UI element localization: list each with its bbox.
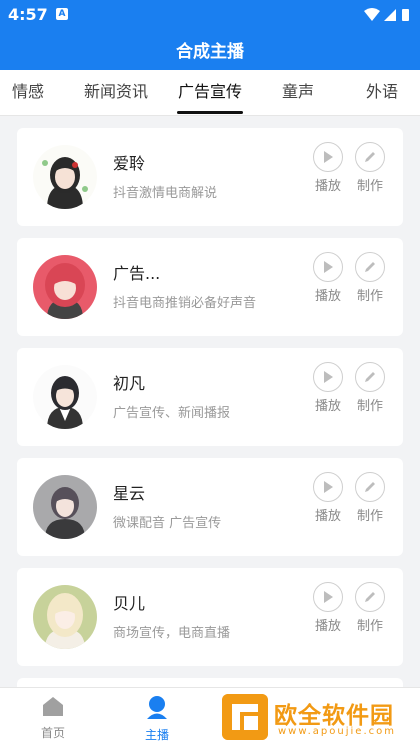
voice-avatar <box>33 365 97 429</box>
nav-home-label: 首页 <box>40 726 65 740</box>
category-tabs: 情感 新闻资讯 广告宣传 童声 外语 <box>0 70 420 116</box>
edit-icon <box>355 582 385 612</box>
voice-card[interactable]: 爱聆 抖音激情电商解说 播放 制作 <box>17 128 403 226</box>
make-button[interactable]: 制作 <box>353 582 387 634</box>
edit-icon <box>355 252 385 282</box>
play-button[interactable]: 播放 <box>311 362 345 414</box>
voice-desc: 抖音激情电商解说 <box>113 186 218 201</box>
play-button[interactable]: 播放 <box>311 472 345 524</box>
anchor-icon <box>147 696 167 719</box>
home-icon <box>43 697 63 716</box>
wifi-icon <box>364 8 380 21</box>
watermark-logo-icon <box>222 694 268 740</box>
voice-desc: 商场宣传，电商直播 <box>113 626 231 641</box>
tab-foreign-language[interactable]: 外语 <box>360 70 404 116</box>
play-button[interactable]: 播放 <box>311 582 345 634</box>
make-button[interactable]: 制作 <box>353 142 387 194</box>
play-icon <box>313 252 343 282</box>
voice-desc: 抖音电商推销必备好声音 <box>113 296 257 311</box>
play-icon <box>313 362 343 392</box>
voice-desc: 广告宣传、新闻播报 <box>113 406 231 421</box>
play-button[interactable]: 播放 <box>311 142 345 194</box>
voice-desc: 微课配音 广告宣传 <box>113 516 222 531</box>
voice-card[interactable]: 贝儿 商场宣传，电商直播 播放 制作 <box>17 568 403 666</box>
voice-name: 贝儿 <box>113 594 146 613</box>
make-button[interactable]: 制作 <box>353 252 387 304</box>
voice-avatar <box>33 585 97 649</box>
status-time: 4:57 <box>8 5 48 24</box>
make-label: 制作 <box>356 179 383 194</box>
app-header: 合成主播 <box>0 30 420 70</box>
voice-avatar <box>33 255 97 319</box>
edit-icon <box>355 142 385 172</box>
watermark-url: www.apoujie.com <box>278 726 396 737</box>
voice-name: 初凡 <box>113 374 146 393</box>
voice-card[interactable]: 星云 微课配音 广告宣传 播放 制作 <box>17 458 403 556</box>
tab-emotion[interactable]: 情感 <box>0 70 56 116</box>
tab-active-indicator <box>177 111 243 114</box>
status-bar: 4:57 A <box>0 0 420 30</box>
edit-icon <box>355 472 385 502</box>
nav-anchor-label: 主播 <box>144 728 169 742</box>
play-label: 播放 <box>314 289 341 304</box>
play-label: 播放 <box>314 179 341 194</box>
make-label: 制作 <box>356 509 383 524</box>
nav-home[interactable]: 首页 <box>18 694 88 741</box>
notification-icon: A <box>56 8 68 20</box>
page-title: 合成主播 <box>176 42 244 62</box>
make-button[interactable]: 制作 <box>353 362 387 414</box>
nav-anchor[interactable]: 主播 <box>122 694 192 743</box>
voice-name: 广告... <box>113 264 161 283</box>
play-icon <box>313 142 343 172</box>
play-label: 播放 <box>314 509 341 524</box>
tab-advertising[interactable]: 广告宣传 <box>175 70 245 116</box>
watermark-text: 欧全软件园 <box>274 703 394 729</box>
voice-card[interactable]: 广告... 抖音电商推销必备好声音 播放 制作 <box>17 238 403 336</box>
tab-child-voice[interactable]: 童声 <box>276 70 320 116</box>
play-icon <box>313 472 343 502</box>
battery-icon <box>402 9 409 21</box>
make-label: 制作 <box>356 619 383 634</box>
edit-icon <box>355 362 385 392</box>
make-button[interactable]: 制作 <box>353 472 387 524</box>
watermark: 欧全软件园 www.apoujie.com <box>222 694 420 746</box>
play-label: 播放 <box>314 619 341 634</box>
voice-avatar <box>33 475 97 539</box>
voice-card[interactable]: 初凡 广告宣传、新闻播报 播放 制作 <box>17 348 403 446</box>
voice-avatar <box>33 145 97 209</box>
make-label: 制作 <box>356 289 383 304</box>
make-label: 制作 <box>356 399 383 414</box>
status-icons <box>364 8 409 21</box>
voice-name: 爱聆 <box>113 154 146 173</box>
play-label: 播放 <box>314 399 341 414</box>
play-icon <box>313 582 343 612</box>
voice-name: 星云 <box>113 484 146 503</box>
tab-news[interactable]: 新闻资讯 <box>80 70 152 116</box>
signal-icon <box>384 9 396 21</box>
play-button[interactable]: 播放 <box>311 252 345 304</box>
